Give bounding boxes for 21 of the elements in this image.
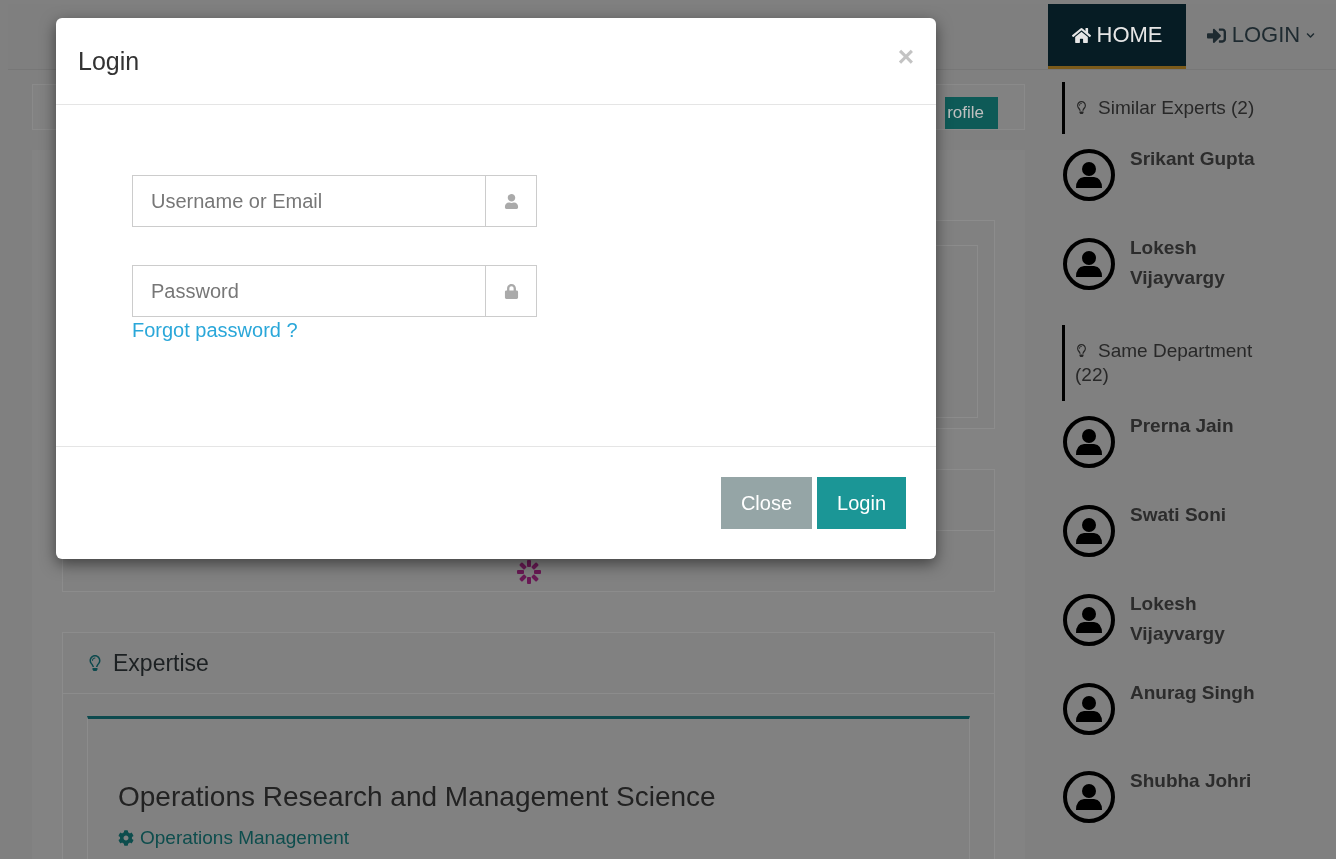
expert-name[interactable]: Swati Soni — [1130, 500, 1260, 531]
expert-name[interactable]: Lokesh Vijayvargy — [1130, 232, 1260, 293]
input-field[interactable]: Username or Email — [132, 175, 485, 227]
expert-name[interactable]: Prerna Jain — [1130, 411, 1260, 442]
section-heading: Same Department (22) — [1062, 325, 1284, 402]
card-heading: Expertise — [113, 649, 209, 677]
forgot-password-link[interactable]: Forgot password ? — [132, 319, 298, 342]
dialog-button[interactable]: Close — [720, 477, 813, 529]
expert-name[interactable]: Lokesh Vijayvargy — [1130, 588, 1260, 649]
input-field[interactable]: Password — [132, 265, 485, 317]
expert-name[interactable]: Shubha Johri — [1130, 766, 1260, 797]
expertise-link[interactable]: Operations Management — [118, 827, 350, 849]
expertise-title: Operations Research and Management Science — [118, 781, 717, 813]
expert-name[interactable]: Srikant Gupta — [1130, 144, 1260, 174]
expert-name[interactable]: Anurag Singh — [1130, 677, 1260, 708]
nav-tab[interactable]: HOME — [1048, 4, 1186, 69]
profile-button[interactable]: rofile — [945, 97, 998, 129]
nav-tab[interactable]: LOGIN — [1186, 4, 1336, 69]
dialog-button[interactable]: Login — [817, 477, 906, 529]
dialog-title: Login — [78, 46, 140, 76]
section-heading: Similar Experts (2) — [1062, 82, 1284, 134]
